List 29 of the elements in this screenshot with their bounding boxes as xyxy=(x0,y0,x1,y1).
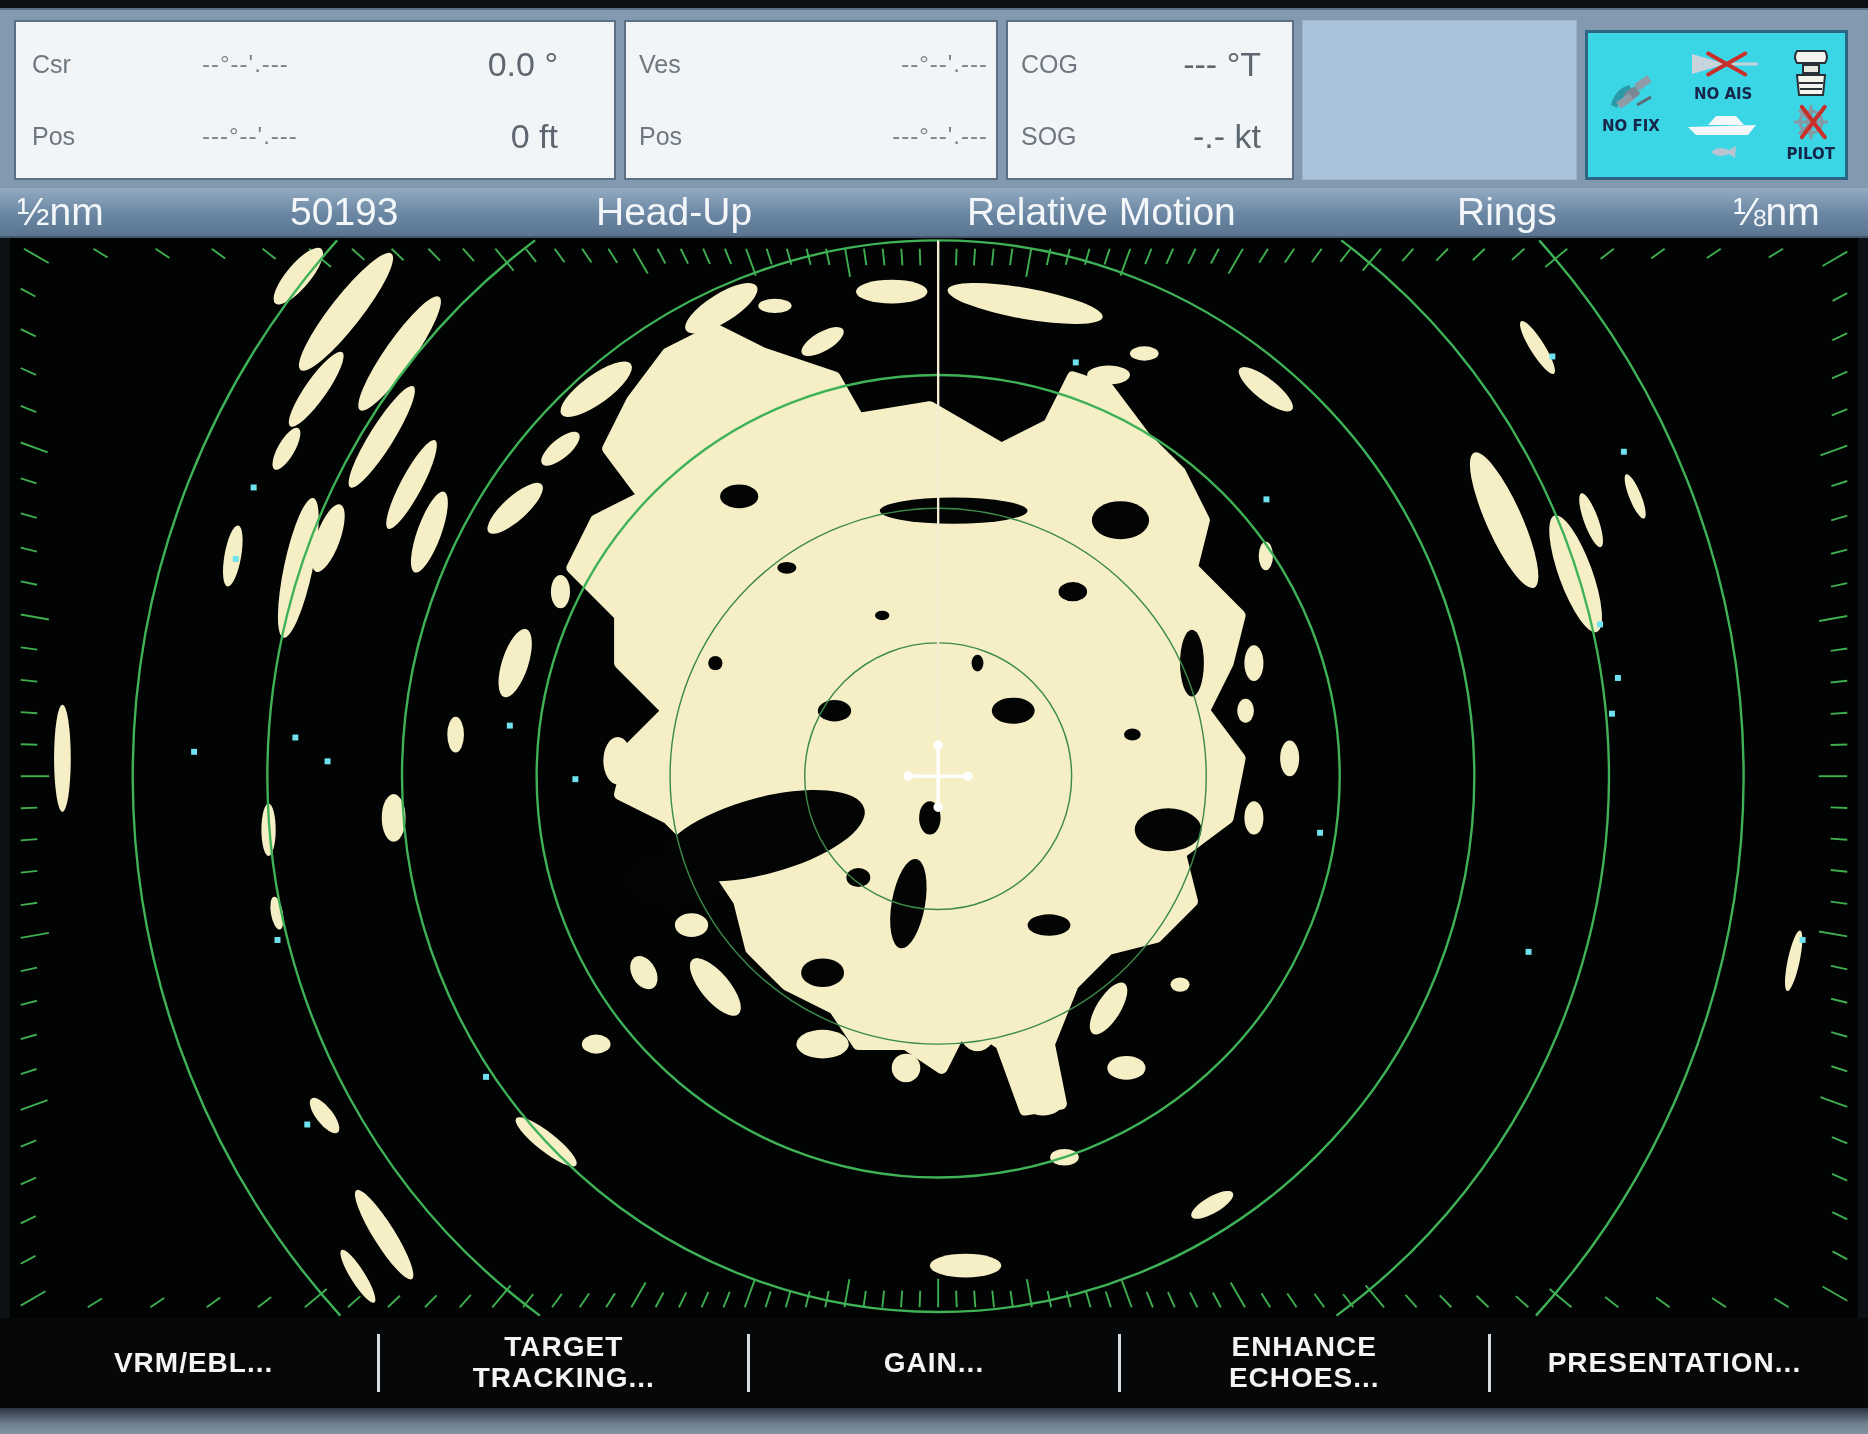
crosshair-icon xyxy=(903,740,973,812)
field-label: Csr xyxy=(32,49,71,79)
field-label: SOG xyxy=(1021,121,1077,151)
status-label: PILOT xyxy=(1786,145,1835,163)
field-label: Ves xyxy=(639,49,681,79)
soft-key[interactable]: PRESENTATION... xyxy=(1490,1325,1858,1401)
field-value: --- °T xyxy=(1183,44,1261,84)
field-label: COG xyxy=(1021,49,1078,79)
field-label: Pos xyxy=(32,121,76,151)
field-value: 0.0 ° xyxy=(487,44,558,84)
position-value: --°--'.--- xyxy=(202,50,289,78)
position-value: ---°--'.--- xyxy=(892,122,988,150)
position-value: --°--'.--- xyxy=(901,50,988,78)
soft-key[interactable]: TARGET TRACKING... xyxy=(380,1325,748,1401)
soft-key[interactable]: VRM/EBL... xyxy=(10,1325,378,1401)
field-label: Pos xyxy=(639,121,683,151)
motion-mode-text: Relative Motion xyxy=(967,190,1236,234)
range-text: ½nm xyxy=(17,190,104,234)
ring-interval-text: ⅛nm xyxy=(1733,190,1820,234)
field-value: -.- kt xyxy=(1193,116,1261,156)
status-label: NO FIX xyxy=(1602,117,1660,135)
status-number: 50193 xyxy=(290,190,399,234)
orientation-text: Head-Up xyxy=(596,190,753,234)
soft-key[interactable]: ENHANCE ECHOES... xyxy=(1120,1325,1488,1401)
soft-key[interactable]: GAIN... xyxy=(750,1325,1118,1401)
status-label: NO AIS xyxy=(1693,85,1753,103)
position-value: ---°--'.--- xyxy=(202,122,298,150)
field-value: 0 ft xyxy=(510,116,558,156)
rings-text: Rings xyxy=(1457,190,1557,234)
